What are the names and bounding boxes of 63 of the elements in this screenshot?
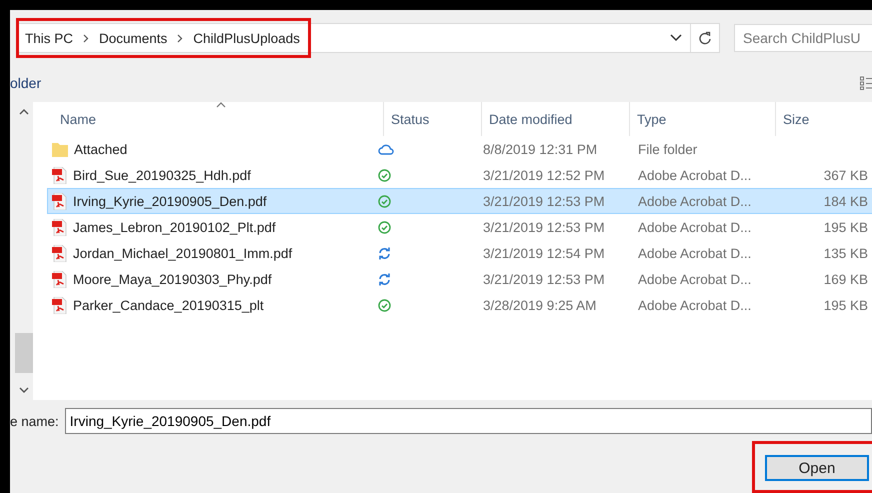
date-cell-text: 3/21/2019 12:53 PM — [482, 272, 606, 287]
file-row[interactable]: Parker_Candace_20190315_plt 3/28/2019 9:25 AM Adobe Acrobat D... 195 KB — [47, 292, 872, 318]
file-name: Jordan_Michael_20190801_Imm.pdf — [73, 246, 292, 261]
size-cell: 184 KB — [824, 194, 868, 209]
size-cell: 367 KB — [824, 168, 868, 183]
size-cell: 169 KB — [824, 272, 868, 287]
type-cell-text: Adobe Acrobat D... — [637, 194, 752, 209]
scroll-thumb[interactable] — [15, 332, 33, 373]
scroll-up-icon[interactable] — [19, 108, 29, 116]
scroll-down-icon[interactable] — [19, 386, 29, 394]
pdf-file-icon — [52, 192, 67, 210]
file-row[interactable]: Bird_Sue_20190325_Hdh.pdf 3/21/2019 12:52 PM Adobe Acrobat D... 367 KB — [47, 162, 872, 188]
date-cell-text: 3/21/2019 12:54 PM — [482, 246, 606, 261]
date-cell-text: 8/8/2019 12:31 PM — [482, 142, 598, 157]
file-name: James_Lebron_20190102_Plt.pdf — [73, 220, 276, 235]
size-cell: 195 KB — [824, 220, 868, 235]
column-header[interactable]: Size — [776, 102, 872, 136]
column-header[interactable]: Type — [630, 102, 776, 136]
column-header[interactable]: Status — [384, 102, 482, 136]
size-cell: 195 KB — [824, 298, 868, 313]
new-folder-button[interactable]: older — [10, 74, 42, 91]
file-name: Bird_Sue_20190325_Hdh.pdf — [73, 168, 251, 183]
date-cell-text: 3/21/2019 12:53 PM — [482, 220, 606, 235]
file-row[interactable]: Irving_Kyrie_20190905_Den.pdf 3/21/2019 12:53 PM Adobe Acrobat D... 184 KB — [47, 188, 872, 214]
refresh-icon — [698, 31, 712, 46]
column-header[interactable]: Name — [33, 102, 384, 136]
file-name-label: e name: — [10, 414, 59, 429]
date-cell-text: 3/28/2019 9:25 AM — [482, 298, 598, 313]
breadcrumb-item[interactable]: This PC — [25, 30, 74, 46]
pdf-file-icon — [52, 270, 67, 288]
date-cell-text: 3/21/2019 12:53 PM — [482, 194, 606, 209]
breadcrumb-item[interactable]: ChildPlusUploads — [193, 30, 300, 46]
folder-icon — [52, 142, 68, 157]
chevron-icon — [83, 34, 90, 43]
search-field[interactable]: Search ChildPlusU — [734, 24, 872, 52]
file-row[interactable]: Moore_Maya_20190303_Phy.pdf 3/21/2019 12:53 PM Adobe Acrobat D... 169 KB — [47, 266, 872, 292]
file-row[interactable]: James_Lebron_20190102_Plt.pdf 3/21/2019 12:53 PM Adobe Acrobat D... 195 KB — [47, 214, 872, 240]
date-cell-text: 3/21/2019 12:52 PM — [482, 168, 606, 183]
type-cell-text: Adobe Acrobat D... — [637, 272, 752, 287]
file-row[interactable]: Attached 8/8/2019 12:31 PM File folder — [47, 136, 872, 162]
open-button[interactable]: Open — [765, 455, 869, 482]
file-row[interactable]: Jordan_Michael_20190801_Imm.pdf 3/21/2019 12:54 PM Adobe Acrobat D... 135 KB — [47, 240, 872, 266]
type-cell-text: Adobe Acrobat D... — [637, 168, 752, 183]
type-cell-text: Adobe Acrobat D... — [637, 298, 752, 313]
sort-caret-icon — [216, 102, 226, 108]
chevron-icon — [177, 34, 184, 43]
view-options-icon[interactable] — [860, 76, 872, 90]
pdf-file-icon — [52, 166, 67, 184]
column-header[interactable]: Date modified — [482, 102, 630, 136]
type-cell-text: File folder — [637, 142, 698, 157]
file-name: Moore_Maya_20190303_Phy.pdf — [73, 272, 272, 287]
type-cell-text: Adobe Acrobat D... — [637, 246, 752, 261]
size-cell: 135 KB — [824, 246, 868, 261]
file-name: Irving_Kyrie_20190905_Den.pdf — [73, 194, 267, 209]
file-name: Attached — [74, 142, 128, 157]
file-name: Parker_Candace_20190315_plt — [73, 298, 264, 313]
pdf-file-icon — [52, 296, 67, 314]
file-name-field[interactable]: Irving_Kyrie_20190905_Den.pdf — [64, 408, 872, 434]
type-cell-text: Adobe Acrobat D... — [637, 220, 752, 235]
pdf-file-icon — [52, 244, 67, 262]
dropdown-icon[interactable] — [670, 34, 682, 42]
breadcrumb-item[interactable]: Documents — [99, 30, 168, 46]
pdf-file-icon — [52, 218, 67, 236]
